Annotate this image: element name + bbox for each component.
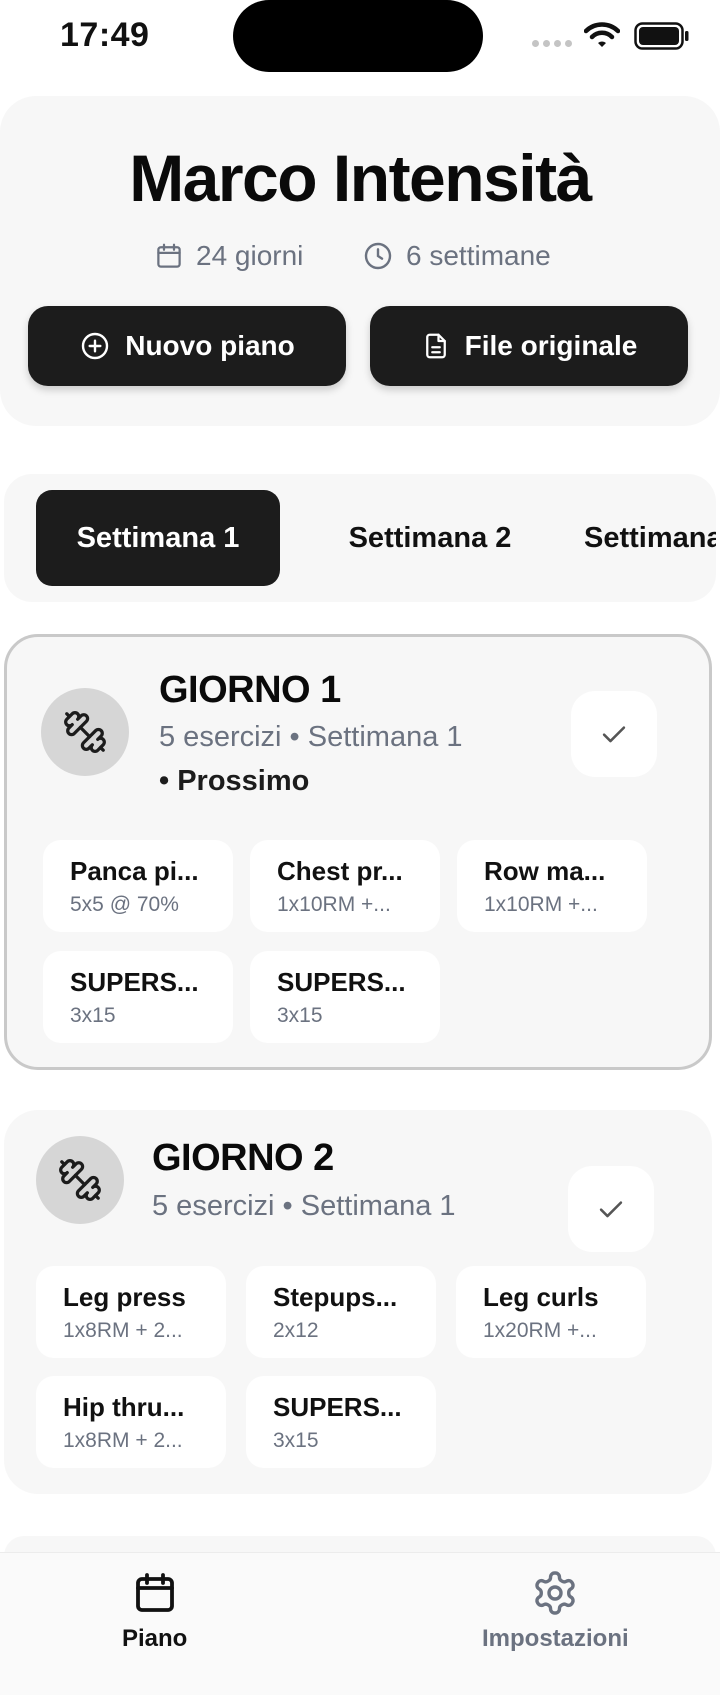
exercise-detail: 1x8RM + 2... (63, 1319, 183, 1342)
original-file-label: File originale (464, 330, 638, 361)
status-bar: 17:49 (0, 0, 720, 80)
exercise-card[interactable]: Chest pr... 1x10RM +... (250, 840, 440, 932)
exercise-card[interactable]: Row ma... 1x10RM +... (457, 840, 647, 932)
tab-week-3[interactable]: Settimana 3 (584, 490, 716, 586)
exercise-name: Hip thru... (63, 1392, 185, 1422)
complete-day-button[interactable] (568, 1166, 654, 1252)
plan-title: Marco Intensità (129, 141, 592, 215)
exercise-detail: 5x5 @ 70% (70, 893, 179, 916)
day-title: GIORNO 1 (159, 669, 341, 711)
plan-days-text: 24 giorni (196, 240, 304, 271)
tab-week-1[interactable]: Settimana 1 (36, 490, 280, 586)
day-card-1[interactable]: GIORNO 1 5 esercizi • Settimana 1 • Pros… (4, 634, 712, 1070)
original-file-button[interactable]: File originale (370, 306, 688, 386)
calendar-icon (157, 243, 181, 268)
check-icon (599, 1201, 623, 1218)
status-time: 17:49 (60, 16, 150, 54)
dumbbell-icon (64, 711, 106, 753)
exercise-detail: 3x15 (70, 1004, 116, 1027)
complete-day-button[interactable] (571, 691, 657, 777)
plus-circle-icon (82, 332, 109, 360)
new-plan-button[interactable]: Nuovo piano (28, 306, 346, 386)
exercise-card[interactable]: Hip thru... 1x8RM + 2... (36, 1376, 226, 1468)
exercise-detail: 1x20RM +... (483, 1319, 597, 1342)
exercise-name: SUPERS... (277, 967, 406, 997)
new-plan-label: Nuovo piano (125, 330, 295, 361)
exercise-detail: 3x15 (277, 1004, 323, 1027)
clock-icon (364, 242, 392, 270)
dynamic-island (233, 0, 483, 72)
exercise-name: Leg press (63, 1282, 186, 1312)
exercise-detail: 1x8RM + 2... (63, 1429, 183, 1452)
dumbbell-icon (59, 1159, 101, 1201)
exercise-card[interactable]: Stepups... 2x12 (246, 1266, 436, 1358)
exercise-name: Chest pr... (277, 856, 403, 886)
check-icon (602, 726, 626, 743)
tab-settings[interactable]: Impostazioni (482, 1569, 629, 1653)
file-icon (425, 333, 446, 359)
exercise-card[interactable]: SUPERS... 3x15 (246, 1376, 436, 1468)
tab-plan[interactable]: Piano (122, 1569, 187, 1653)
exercise-detail: 1x10RM +... (277, 893, 391, 916)
battery-icon (634, 22, 689, 50)
exercise-name: Panca pi... (70, 856, 199, 886)
day-subtitle: 5 esercizi • Settimana 1 (159, 721, 463, 753)
plan-weeks-text: 6 settimane (406, 240, 551, 271)
day-icon (36, 1136, 124, 1224)
exercise-name: Stepups... (273, 1282, 398, 1312)
exercise-card[interactable]: Leg curls 1x20RM +... (456, 1266, 646, 1358)
day-card-2[interactable]: GIORNO 2 5 esercizi • Settimana 1 Leg pr… (4, 1110, 712, 1494)
day-icon (41, 688, 129, 776)
exercise-card[interactable]: Leg press 1x8RM + 2... (36, 1266, 226, 1358)
exercise-card[interactable]: Panca pi... 5x5 @ 70% (43, 840, 233, 932)
calendar-icon (135, 1573, 174, 1612)
day-title: GIORNO 2 (152, 1137, 334, 1179)
tab-plan-label: Piano (122, 1625, 188, 1652)
exercise-detail: 2x12 (273, 1319, 319, 1342)
next-badge: • Prossimo (159, 765, 310, 797)
tab-week-2[interactable]: Settimana 2 (300, 490, 560, 586)
exercise-card[interactable]: SUPERS... 3x15 (250, 951, 440, 1043)
tab-settings-label: Impostazioni (482, 1625, 629, 1652)
week-selector: Settimana 1 Settimana 2 Settimana 3 (4, 474, 716, 602)
exercise-detail: 3x15 (273, 1429, 319, 1452)
plan-weeks-meta: 6 settimane (362, 240, 551, 272)
exercise-name: Row ma... (484, 856, 606, 886)
tab-bar: Piano Impostazioni (0, 1552, 720, 1695)
exercise-detail: 1x10RM +... (484, 893, 598, 916)
exercise-card[interactable]: SUPERS... 3x15 (43, 951, 233, 1043)
exercise-name: SUPERS... (70, 967, 199, 997)
exercise-name: SUPERS... (273, 1392, 402, 1422)
gear-icon (535, 1571, 576, 1615)
plan-days-meta: 24 giorni (154, 240, 303, 272)
day-subtitle: 5 esercizi • Settimana 1 (152, 1190, 456, 1222)
exercise-name: Leg curls (483, 1282, 599, 1312)
cellular-icon (532, 40, 572, 47)
wifi-icon (584, 22, 620, 47)
